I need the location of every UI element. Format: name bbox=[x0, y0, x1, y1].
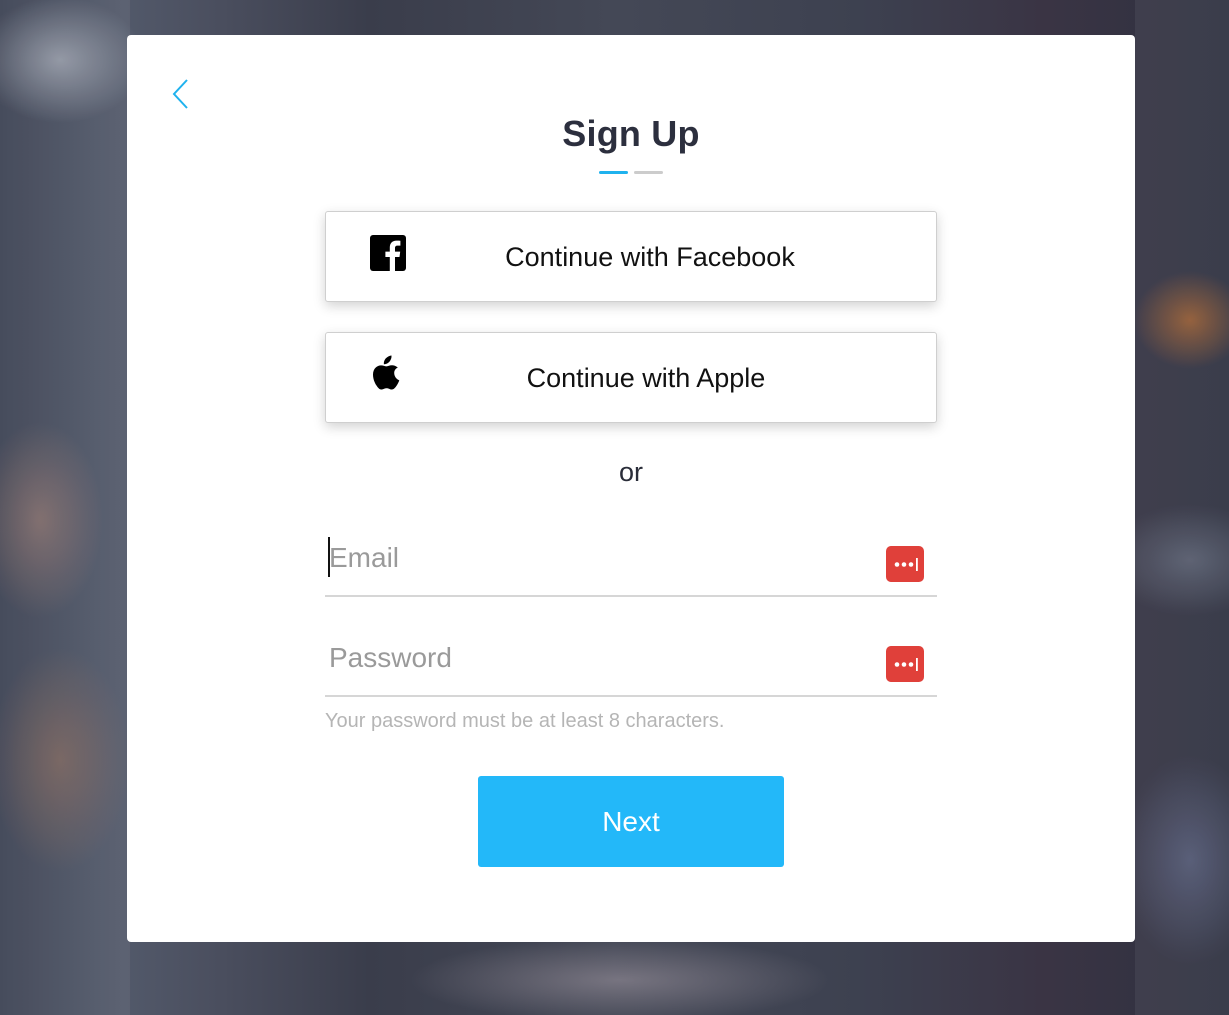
or-divider: or bbox=[618, 457, 643, 487]
continue-with-facebook-button[interactable]: Continue with Facebook bbox=[325, 211, 937, 302]
chevron-left-icon bbox=[172, 79, 188, 109]
password-hint: Your password must be at least 8 charact… bbox=[325, 710, 725, 732]
step-indicator bbox=[599, 171, 663, 175]
password-field-wrapper bbox=[325, 633, 937, 697]
facebook-button-label: Continue with Facebook bbox=[505, 242, 795, 272]
background-tile bbox=[1135, 0, 1229, 1015]
apple-button-label: Continue with Apple bbox=[526, 363, 766, 393]
password-manager-icon bbox=[894, 558, 918, 571]
signup-modal: Sign Up Continue with Facebook Continue … bbox=[127, 35, 1135, 942]
page-title: Sign Up bbox=[562, 113, 700, 154]
continue-with-apple-button[interactable]: Continue with Apple bbox=[325, 332, 937, 423]
email-field-wrapper bbox=[325, 533, 937, 597]
password-manager-icon bbox=[894, 658, 918, 671]
next-button[interactable]: Next bbox=[478, 776, 784, 867]
step-indicator-active bbox=[599, 171, 628, 174]
password-manager-button[interactable] bbox=[886, 546, 924, 582]
password-input[interactable] bbox=[329, 633, 869, 683]
password-manager-button[interactable] bbox=[886, 646, 924, 682]
text-caret bbox=[328, 537, 330, 577]
background-tile bbox=[0, 0, 130, 1015]
email-input[interactable] bbox=[329, 533, 869, 583]
step-indicator-inactive bbox=[634, 171, 663, 174]
back-button[interactable] bbox=[167, 77, 193, 111]
